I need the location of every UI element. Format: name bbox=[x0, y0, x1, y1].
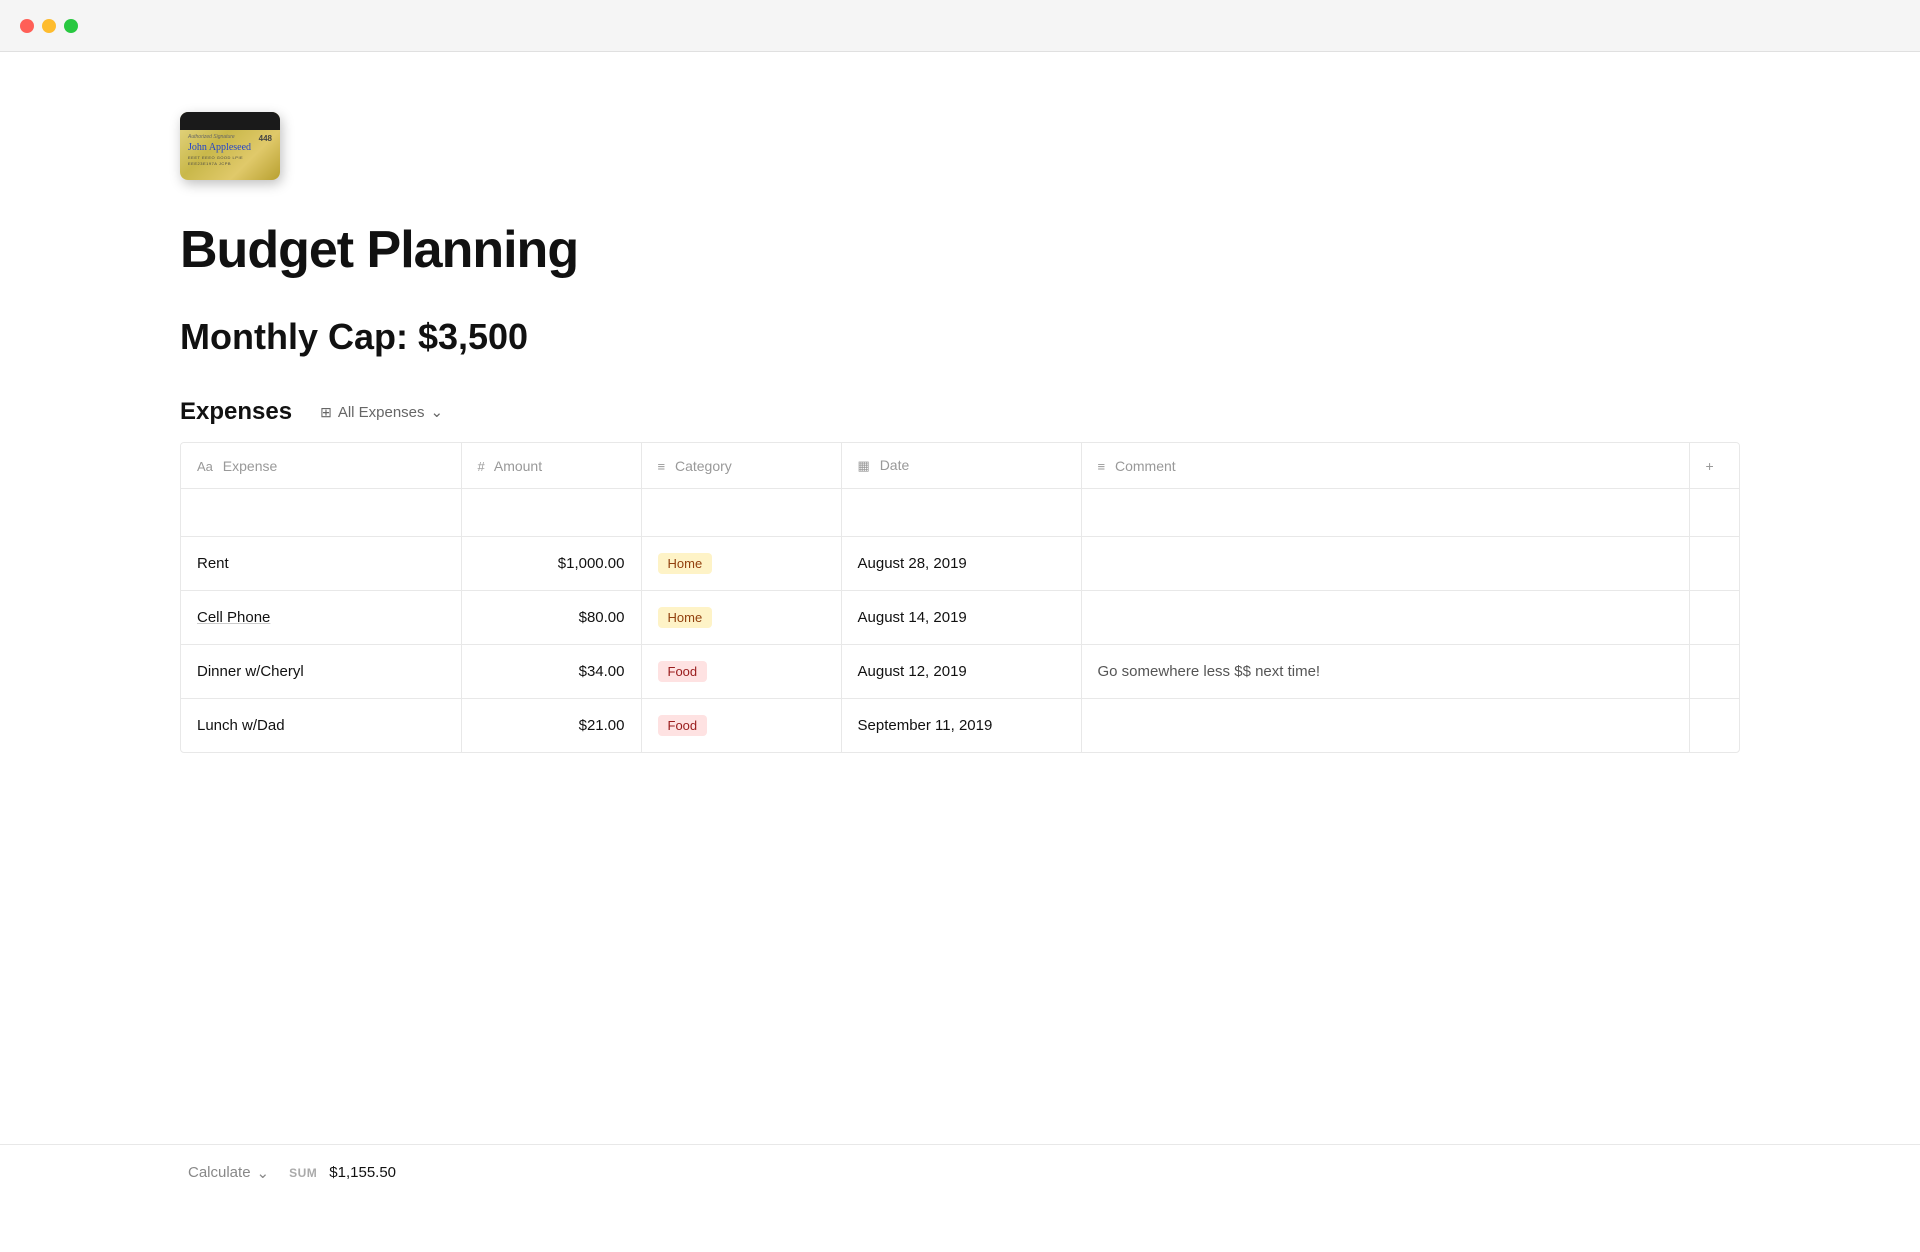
col-expense-label: Expense bbox=[223, 458, 277, 474]
category-cell[interactable]: Home bbox=[641, 537, 841, 591]
date-cell[interactable]: August 28, 2019 bbox=[841, 537, 1081, 591]
table-row bbox=[181, 489, 1739, 537]
amount-value: $34.00 bbox=[579, 663, 625, 680]
chevron-down-icon: ⌄ bbox=[257, 1164, 270, 1182]
comment-cell[interactable] bbox=[1081, 699, 1689, 753]
table-icon: ⊞ bbox=[320, 404, 332, 421]
empty-add-cell bbox=[1689, 489, 1739, 537]
calculate-button[interactable]: Calculate ⌄ bbox=[180, 1160, 277, 1186]
empty-amount-cell[interactable] bbox=[461, 489, 641, 537]
col-date-label: Date bbox=[880, 457, 910, 473]
comment-cell[interactable]: Go somewhere less $$ next time! bbox=[1081, 645, 1689, 699]
category-badge[interactable]: Food bbox=[658, 661, 708, 682]
category-cell[interactable]: Food bbox=[641, 645, 841, 699]
list-icon: ≡ bbox=[658, 459, 666, 474]
chevron-down-icon: ⌄ bbox=[431, 403, 444, 421]
empty-comment-cell[interactable] bbox=[1081, 489, 1689, 537]
main-content: Authorized Signature John Appleseed EEET… bbox=[0, 52, 1920, 813]
comment-cell[interactable] bbox=[1081, 591, 1689, 645]
amount-cell[interactable]: $80.00 bbox=[461, 591, 641, 645]
category-badge[interactable]: Food bbox=[658, 715, 708, 736]
col-amount-label: Amount bbox=[494, 458, 542, 474]
row-add-cell bbox=[1689, 591, 1739, 645]
empty-expense-cell[interactable] bbox=[181, 489, 461, 537]
col-header-comment[interactable]: ≡ Comment bbox=[1081, 443, 1689, 489]
minimize-button[interactable] bbox=[42, 19, 56, 33]
date-cell[interactable]: September 11, 2019 bbox=[841, 699, 1081, 753]
expense-name-cell[interactable]: Rent bbox=[181, 537, 461, 591]
expenses-filter-button[interactable]: ⊞ All Expenses ⌄ bbox=[308, 399, 455, 425]
page-title: Budget Planning bbox=[180, 220, 1740, 280]
sum-label: SUM bbox=[289, 1166, 317, 1180]
col-comment-label: Comment bbox=[1115, 458, 1176, 474]
category-cell[interactable]: Food bbox=[641, 699, 841, 753]
date-value: August 12, 2019 bbox=[858, 663, 967, 680]
table-row: Dinner w/Cheryl $34.00 Food August 12, 2… bbox=[181, 645, 1739, 699]
row-add-cell bbox=[1689, 537, 1739, 591]
credit-card-container: Authorized Signature John Appleseed EEET… bbox=[180, 112, 1740, 180]
amount-value: $80.00 bbox=[579, 609, 625, 626]
expense-name-cell[interactable]: Dinner w/Cheryl bbox=[181, 645, 461, 699]
date-value: August 14, 2019 bbox=[858, 609, 967, 626]
comment-text: Go somewhere less $$ next time! bbox=[1098, 663, 1321, 680]
empty-date-cell[interactable] bbox=[841, 489, 1081, 537]
comment-cell[interactable] bbox=[1081, 537, 1689, 591]
bottom-bar: Calculate ⌄ SUM $1,155.50 bbox=[0, 1144, 1920, 1200]
table-row: Rent $1,000.00 Home August 28, 2019 bbox=[181, 537, 1739, 591]
col-header-add[interactable]: + bbox=[1689, 443, 1739, 489]
expenses-table-container: Aa Expense # Amount ≡ Category ▦ Date bbox=[180, 442, 1740, 753]
expense-name: Cell Phone bbox=[197, 609, 270, 626]
date-value: August 28, 2019 bbox=[858, 555, 967, 572]
row-add-cell bbox=[1689, 645, 1739, 699]
empty-category-cell[interactable] bbox=[641, 489, 841, 537]
comment-list-icon: ≡ bbox=[1098, 459, 1106, 474]
table-header-row: Aa Expense # Amount ≡ Category ▦ Date bbox=[181, 443, 1739, 489]
table-row: Cell Phone $80.00 Home August 14, 2019 bbox=[181, 591, 1739, 645]
text-icon: Aa bbox=[197, 459, 213, 474]
sum-value: $1,155.50 bbox=[329, 1164, 396, 1181]
date-value: September 11, 2019 bbox=[858, 717, 993, 734]
table-row: Lunch w/Dad $21.00 Food September 11, 20… bbox=[181, 699, 1739, 753]
amount-cell[interactable]: $1,000.00 bbox=[461, 537, 641, 591]
card-number-tag: 448 bbox=[259, 134, 272, 143]
category-badge[interactable]: Home bbox=[658, 607, 713, 628]
row-add-cell bbox=[1689, 699, 1739, 753]
maximize-button[interactable] bbox=[64, 19, 78, 33]
amount-cell[interactable]: $34.00 bbox=[461, 645, 641, 699]
card-signature: John Appleseed bbox=[188, 142, 272, 153]
date-cell[interactable]: August 12, 2019 bbox=[841, 645, 1081, 699]
expense-name-cell[interactable]: Cell Phone bbox=[181, 591, 461, 645]
amount-cell[interactable]: $21.00 bbox=[461, 699, 641, 753]
col-header-amount[interactable]: # Amount bbox=[461, 443, 641, 489]
calculate-label: Calculate bbox=[188, 1164, 251, 1181]
col-header-date[interactable]: ▦ Date bbox=[841, 443, 1081, 489]
filter-label: All Expenses bbox=[338, 404, 425, 421]
credit-card-icon: Authorized Signature John Appleseed EEET… bbox=[180, 112, 280, 180]
window-chrome bbox=[0, 0, 1920, 52]
date-cell[interactable]: August 14, 2019 bbox=[841, 591, 1081, 645]
monthly-cap: Monthly Cap: $3,500 bbox=[180, 316, 1740, 358]
expenses-table: Aa Expense # Amount ≡ Category ▦ Date bbox=[181, 443, 1739, 752]
calendar-icon: ▦ bbox=[858, 458, 870, 473]
expense-name: Rent bbox=[197, 555, 229, 572]
col-header-expense[interactable]: Aa Expense bbox=[181, 443, 461, 489]
expenses-section-title: Expenses bbox=[180, 398, 292, 426]
expense-name: Lunch w/Dad bbox=[197, 717, 285, 734]
col-category-label: Category bbox=[675, 458, 732, 474]
category-badge[interactable]: Home bbox=[658, 553, 713, 574]
col-header-category[interactable]: ≡ Category bbox=[641, 443, 841, 489]
traffic-lights bbox=[20, 19, 78, 33]
add-column-icon[interactable]: + bbox=[1706, 458, 1714, 474]
card-number-line2: EEE23E197A JCPB bbox=[188, 161, 272, 167]
amount-value: $1,000.00 bbox=[558, 555, 625, 572]
expense-name-cell[interactable]: Lunch w/Dad bbox=[181, 699, 461, 753]
close-button[interactable] bbox=[20, 19, 34, 33]
amount-value: $21.00 bbox=[579, 717, 625, 734]
expenses-header: Expenses ⊞ All Expenses ⌄ bbox=[180, 398, 1740, 426]
category-cell[interactable]: Home bbox=[641, 591, 841, 645]
expense-name: Dinner w/Cheryl bbox=[197, 663, 304, 680]
hash-icon: # bbox=[478, 459, 485, 474]
